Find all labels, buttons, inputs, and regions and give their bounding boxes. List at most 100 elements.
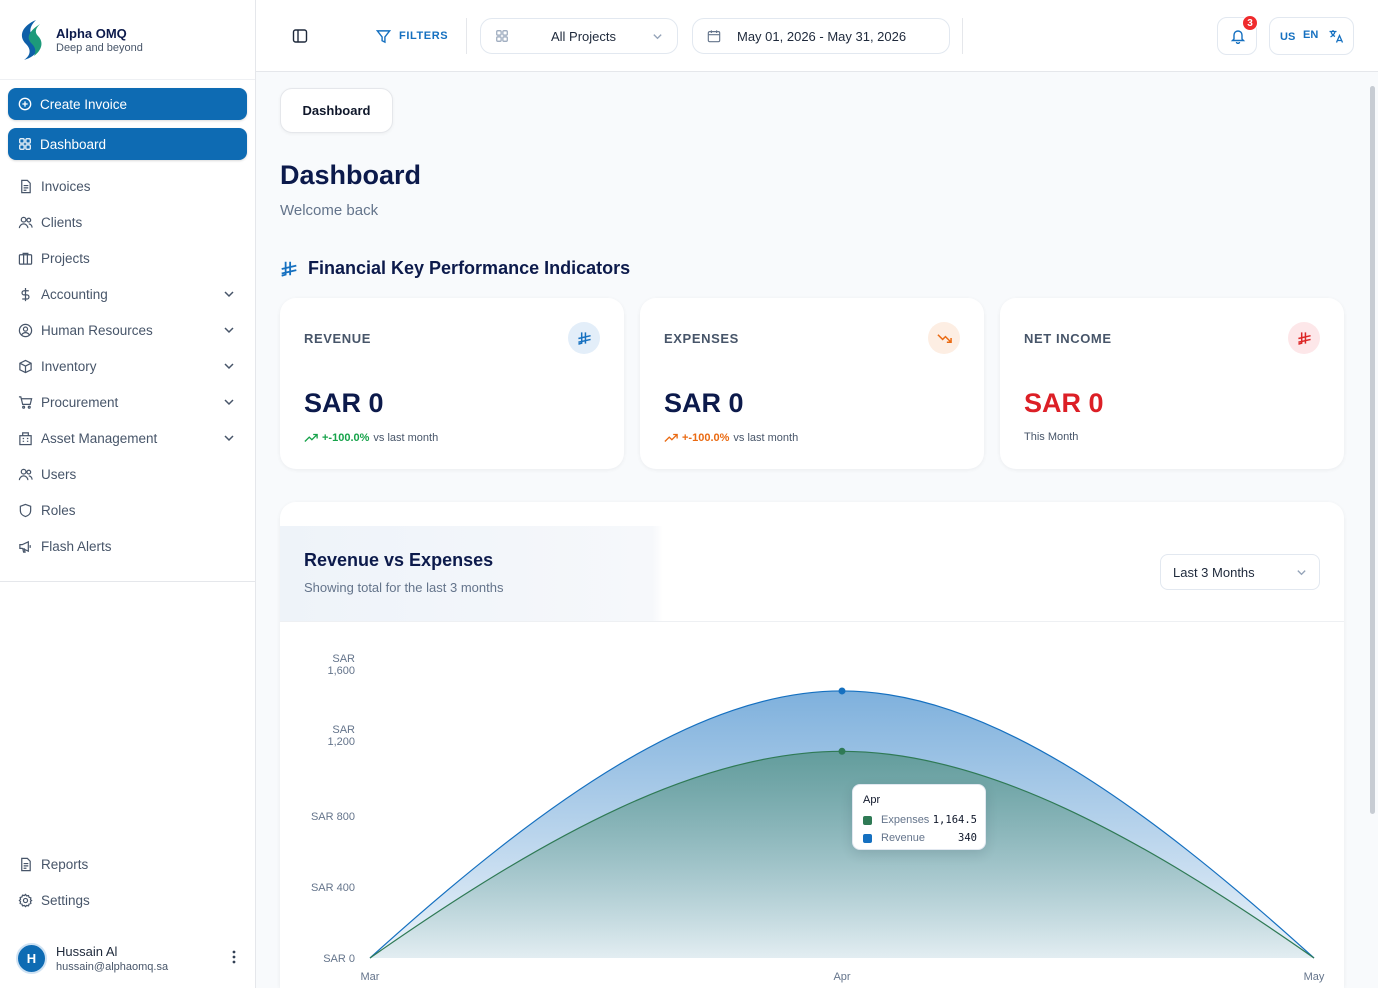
filter-icon <box>376 29 391 43</box>
brand[interactable]: Alpha OMQ Deep and beyond <box>0 0 255 80</box>
scrollbar-thumb[interactable] <box>1370 86 1375 814</box>
kpi-trend: +-100.0% vs last month <box>304 431 438 445</box>
sidebar-item-label: Human Resources <box>41 322 153 338</box>
sidebar-divider <box>0 581 255 582</box>
shield-icon <box>19 503 32 517</box>
user-email: hussain@alphaomq.sa <box>56 960 169 973</box>
date-range-picker[interactable]: May 01, 2026 - May 31, 2026 <box>692 18 950 54</box>
package-icon <box>19 359 32 373</box>
grid-icon <box>19 138 31 150</box>
grid-icon <box>496 30 508 42</box>
sidebar-item-label: Users <box>41 466 77 482</box>
header-divider <box>962 18 963 54</box>
sidebar-item-label: Flash Alerts <box>41 538 112 554</box>
sidebar-item-invoices[interactable]: Invoices <box>8 168 247 204</box>
notifications-button[interactable]: 3 <box>1217 15 1258 55</box>
chart-subtitle: Showing total for the last 3 months <box>304 580 504 595</box>
chevron-down-icon <box>1297 570 1306 576</box>
tooltip-title: Apr <box>863 794 881 806</box>
sidebar-item-procurement[interactable]: Procurement <box>8 384 247 420</box>
project-select[interactable]: All Projects <box>480 18 678 54</box>
sidebar-item-label: Accounting <box>41 286 108 302</box>
sidebar-item-human-resources[interactable]: Human Resources <box>8 312 247 348</box>
y-tick-label: SAR 400 <box>311 882 355 894</box>
kpi-card-revenue: REVENUE SAR 0 +-100.0% vs last month <box>280 298 624 469</box>
sidebar-item-inventory[interactable]: Inventory <box>8 348 247 384</box>
sidebar-item-roles[interactable]: Roles <box>8 492 247 528</box>
riyal-icon <box>1288 322 1320 354</box>
kpi-label: EXPENSES <box>664 331 739 346</box>
translate-icon <box>1329 30 1344 43</box>
user-profile[interactable]: H Hussain Al hussain@alphaomq.sa <box>16 940 246 976</box>
chevron-down-icon[interactable] <box>223 324 235 336</box>
filters-button[interactable]: FILTERS <box>376 26 448 46</box>
expenses-point <box>838 747 846 755</box>
language-code: EN <box>1303 29 1319 41</box>
y-tick-label: SAR 0 <box>323 953 355 965</box>
kpi-trend-percent: +-100.0% <box>682 432 730 444</box>
y-tick-label: 1,200 <box>327 736 355 748</box>
riyal-icon <box>568 322 600 354</box>
sidebar-item-asset-management[interactable]: Asset Management <box>8 420 247 456</box>
area-chart[interactable]: SAR 0SAR 400SAR 800SAR1,200SAR1,600 Mar A… <box>280 622 1344 988</box>
sidebar-item-reports[interactable]: Reports <box>8 846 248 882</box>
chevron-down-icon[interactable] <box>223 360 235 372</box>
sidebar-item-clients[interactable]: Clients <box>8 204 247 240</box>
sidebar-nav: Create Invoice Dashboard Invoices Client… <box>0 80 255 564</box>
building-icon <box>19 431 32 445</box>
sidebar-item-label: Inventory <box>41 358 97 374</box>
sidebar-item-dashboard[interactable]: Dashboard <box>8 128 247 160</box>
time-range-select[interactable]: Last 3 Months <box>1160 554 1320 590</box>
page-scrollbar[interactable] <box>1368 72 1378 988</box>
trending-down-icon <box>928 322 960 354</box>
language-switcher[interactable]: US EN <box>1269 17 1354 55</box>
sidebar-item-label: Reports <box>41 856 89 872</box>
sidebar-item-label: Projects <box>41 250 90 266</box>
kpi-label: NET INCOME <box>1024 331 1112 346</box>
tooltip-series-name: Revenue <box>881 832 926 844</box>
kpi-card-expenses: EXPENSES SAR 0 +-100.0% vs last month <box>640 298 984 469</box>
y-tick-label: 1,600 <box>327 665 355 677</box>
x-tick-label: Apr <box>833 971 850 983</box>
sidebar-toggle-icon[interactable] <box>292 28 308 44</box>
kpi-trend: +-100.0% vs last month <box>664 431 798 445</box>
y-tick-label: SAR <box>332 653 355 665</box>
chevron-down-icon[interactable] <box>223 288 235 300</box>
chart-header: Revenue vs Expenses Showing total for th… <box>280 526 1344 622</box>
tooltip-series-value: 1,164.5 <box>932 814 977 826</box>
filters-label: FILTERS <box>399 30 449 42</box>
tooltip-series-name: Expenses <box>881 814 930 826</box>
more-vertical-icon[interactable] <box>232 950 236 964</box>
sidebar: Alpha OMQ Deep and beyond Create Invoice… <box>0 0 256 988</box>
document-icon <box>21 179 31 193</box>
sidebar-item-label: Procurement <box>41 394 119 410</box>
sidebar-item-accounting[interactable]: Accounting <box>8 276 247 312</box>
trending-up-icon <box>304 433 318 442</box>
sidebar-item-projects[interactable]: Projects <box>8 240 247 276</box>
kpi-label: REVENUE <box>304 331 372 346</box>
sidebar-item-flash-alerts[interactable]: Flash Alerts <box>8 528 247 564</box>
header-divider <box>466 18 467 54</box>
sidebar-item-label: Dashboard <box>40 136 107 152</box>
kpi-trend-text: vs last month <box>733 432 799 444</box>
tooltip-series-value: 340 <box>958 832 977 844</box>
notification-badge: 3 <box>1242 15 1258 31</box>
time-range-value: Last 3 Months <box>1173 565 1255 580</box>
calendar-icon <box>707 30 721 43</box>
sidebar-item-settings[interactable]: Settings <box>8 882 248 918</box>
sidebar-item-label: Settings <box>41 892 90 908</box>
chart-title: Revenue vs Expenses <box>304 550 494 570</box>
create-invoice-button[interactable]: Create Invoice <box>8 88 247 120</box>
gear-icon <box>18 892 33 907</box>
sidebar-item-users[interactable]: Users <box>8 456 247 492</box>
breadcrumb[interactable]: Dashboard <box>280 88 393 133</box>
user-circle-icon <box>18 323 33 337</box>
revenue-expenses-chart-card: Revenue vs Expenses Showing total for th… <box>280 502 1344 988</box>
project-select-value: All Projects <box>551 29 617 44</box>
chevron-down-icon[interactable] <box>223 396 235 408</box>
page-title: Dashboard <box>280 160 422 190</box>
create-invoice-label: Create Invoice <box>40 96 128 112</box>
chevron-down-icon[interactable] <box>223 432 235 444</box>
kpi-trend-percent: +-100.0% <box>322 432 370 444</box>
sidebar-item-label: Roles <box>41 502 76 518</box>
